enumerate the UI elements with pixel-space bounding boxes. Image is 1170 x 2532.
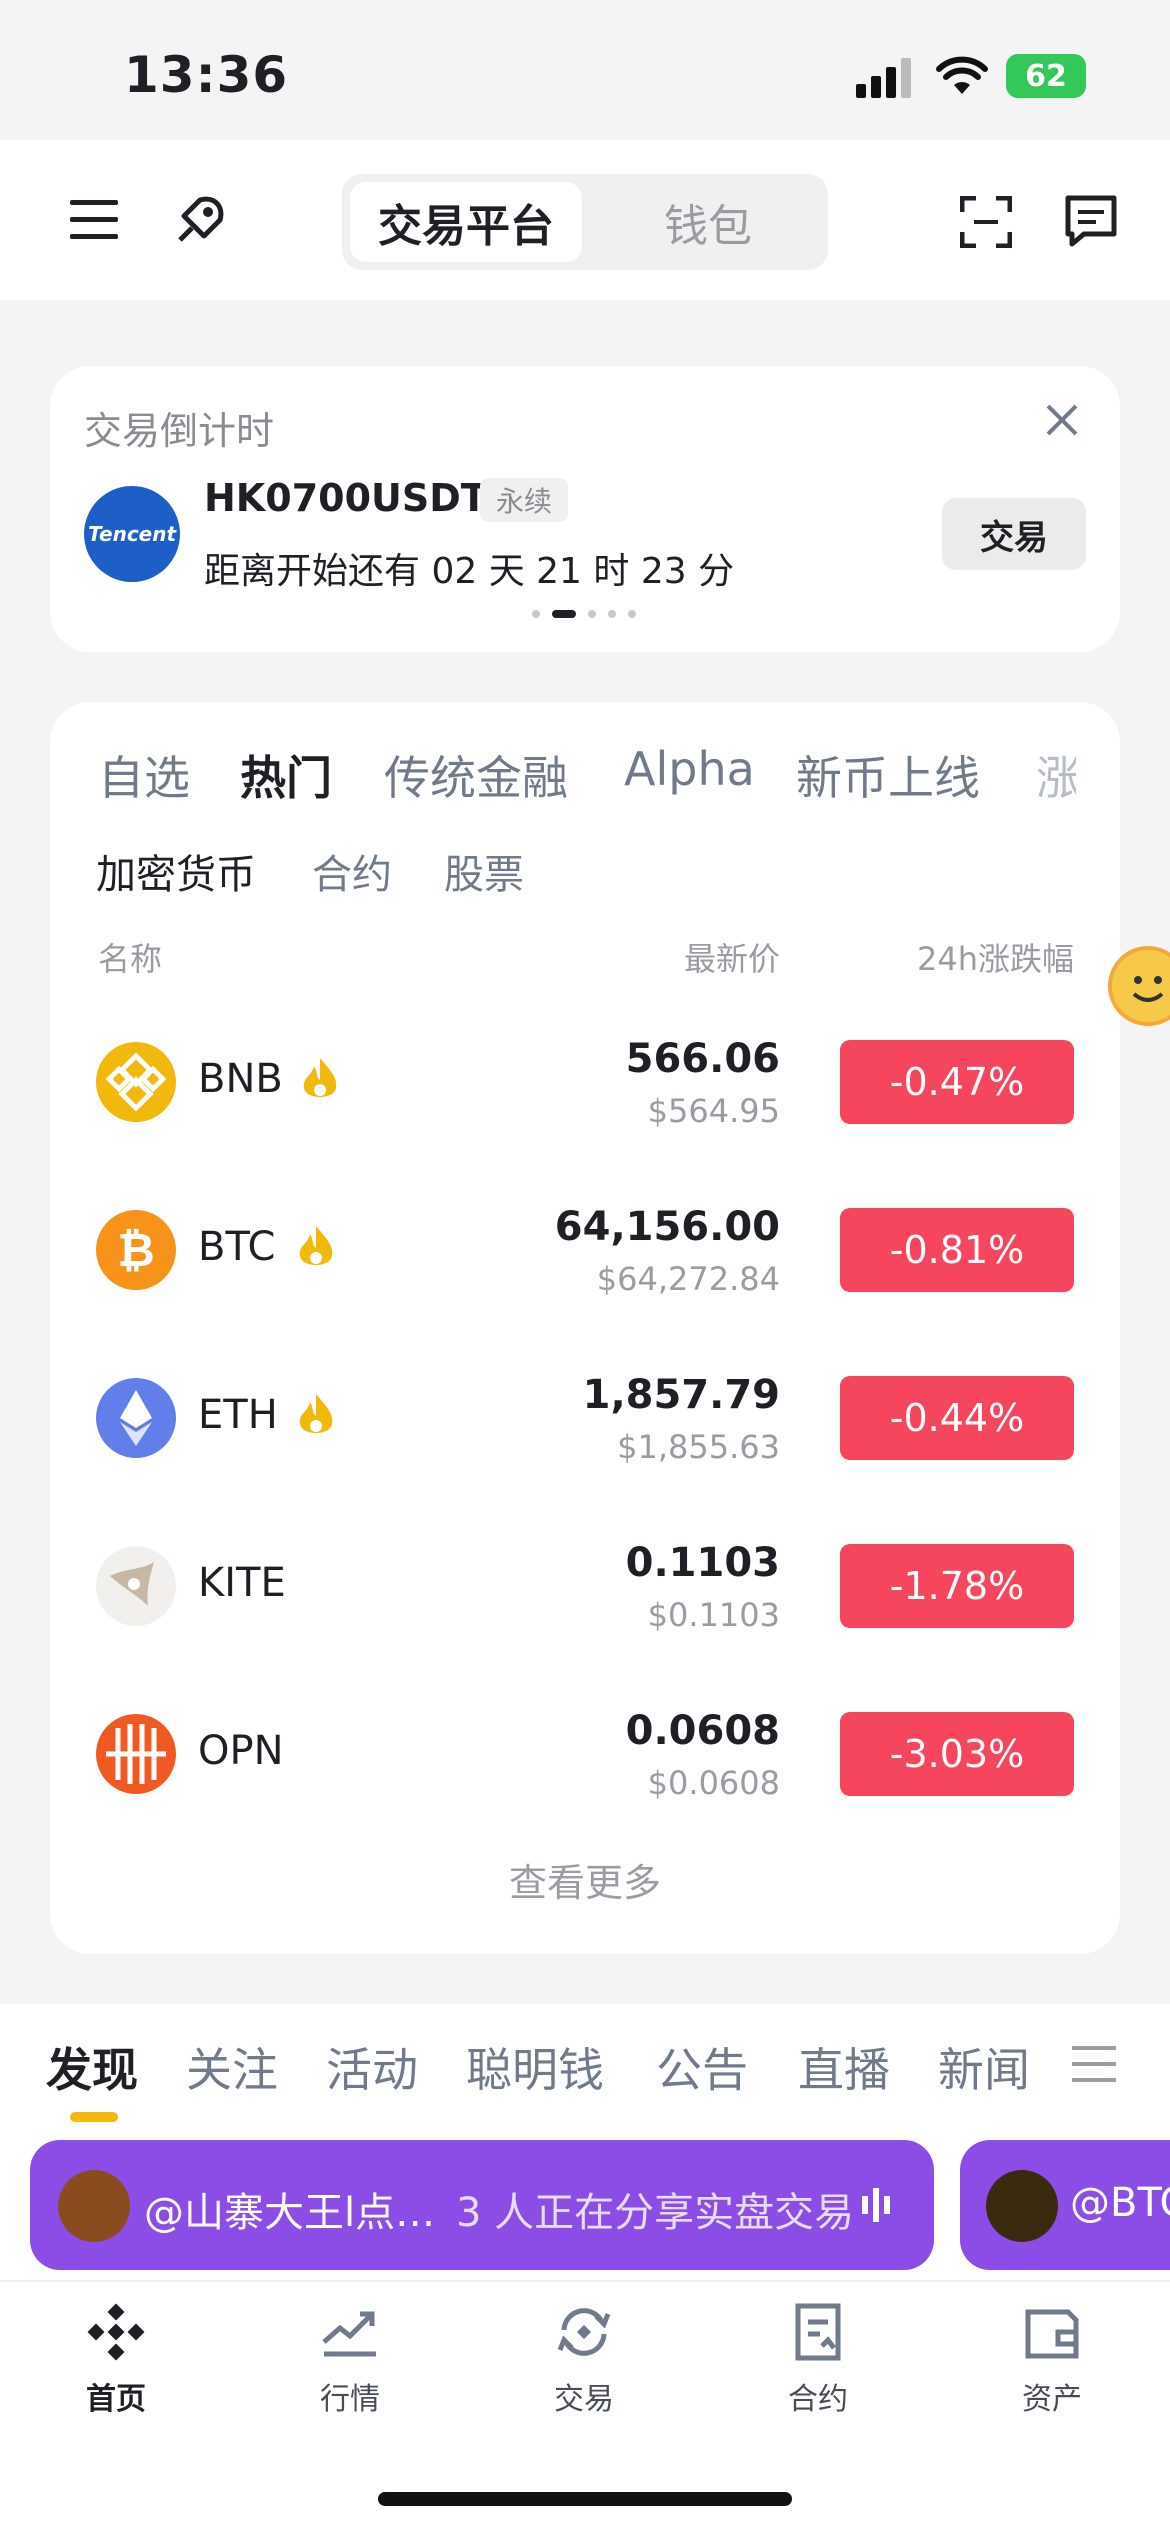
tab-new-listing[interactable]: 新币上线 xyxy=(796,742,980,808)
row-usd: $64,272.84 xyxy=(596,1260,780,1298)
row-usd: $1,855.63 xyxy=(617,1428,780,1466)
row-symbol: BTC xyxy=(198,1224,276,1270)
nav-assets[interactable]: 资产 xyxy=(972,2300,1132,2418)
row-price: 0.1103 xyxy=(625,1540,780,1586)
avatar xyxy=(58,2170,130,2242)
tab-wallet[interactable]: 钱包 xyxy=(596,182,820,262)
nav-home[interactable]: 首页 xyxy=(36,2300,196,2418)
contract-symbol: HK0700USDT xyxy=(204,476,487,520)
smiley-sticker-icon[interactable] xyxy=(1108,946,1170,1026)
nav-label: 首页 xyxy=(86,2382,146,2417)
kite-icon xyxy=(96,1546,176,1626)
tab-overflow-clip: 涨 xyxy=(1036,742,1076,802)
eth-icon xyxy=(96,1378,176,1458)
change-badge[interactable]: -1.78% xyxy=(840,1544,1074,1628)
row-symbol: ETH xyxy=(198,1392,278,1438)
nav-markets[interactable]: 行情 xyxy=(270,2300,430,2418)
wifi-icon xyxy=(936,56,988,100)
status-time: 13:36 xyxy=(124,46,289,104)
countdown-title: 交易倒计时 xyxy=(84,409,275,453)
tab-events[interactable]: 活动 xyxy=(326,2034,418,2100)
avatar xyxy=(986,2170,1058,2242)
scan-icon[interactable] xyxy=(959,195,1013,252)
fire-icon xyxy=(296,1224,336,1276)
tab-hot[interactable]: 热门 xyxy=(240,742,332,808)
row-price: 1,857.79 xyxy=(582,1372,780,1418)
screen: { "status_bar": {"time": "13:36", "batte… xyxy=(0,0,1170,2532)
fire-icon xyxy=(300,1056,340,1108)
tab-news[interactable]: 新闻 xyxy=(938,2034,1030,2100)
subtab-stocks[interactable]: 股票 xyxy=(444,842,524,900)
rocket-icon[interactable] xyxy=(170,190,230,254)
bnb-icon xyxy=(96,1042,176,1122)
live-text: 3 人正在分享实盘交易 xyxy=(456,2190,855,2236)
tab-announcements[interactable]: 公告 xyxy=(656,2034,748,2100)
tab-gainers[interactable]: 涨 xyxy=(1036,742,1076,802)
countdown-text: 距离开始还有 02 天 21 时 23 分 xyxy=(204,551,735,592)
live-user: @山寨大王l点… xyxy=(144,2190,436,2236)
tab-menu-icon[interactable] xyxy=(1072,2044,1118,2088)
column-name: 名称 xyxy=(98,940,163,978)
home-icon xyxy=(36,2300,196,2368)
subtab-crypto[interactable]: 加密货币 xyxy=(96,842,256,900)
carousel-dot xyxy=(608,610,616,618)
tab-alpha[interactable]: Alpha xyxy=(624,742,755,796)
row-price: 0.0608 xyxy=(625,1708,780,1754)
signal-icon xyxy=(856,58,912,102)
row-usd: $0.1103 xyxy=(647,1596,780,1634)
tab-favorites[interactable]: 自选 xyxy=(98,742,190,808)
trade-button[interactable]: 交易 xyxy=(942,498,1086,570)
home-indicator[interactable] xyxy=(378,2492,792,2506)
fire-icon xyxy=(296,1392,336,1444)
change-badge[interactable]: -0.47% xyxy=(840,1040,1074,1124)
column-price[interactable]: 最新价 xyxy=(684,934,780,980)
tab-smart-money[interactable]: 聪明钱 xyxy=(466,2034,604,2100)
change-badge[interactable]: -0.81% xyxy=(840,1208,1074,1292)
carousel-dot-active xyxy=(552,610,576,618)
nav-label: 合约 xyxy=(788,2382,848,2417)
row-usd: $564.95 xyxy=(647,1092,780,1130)
carousel-dot xyxy=(628,610,636,618)
battery-indicator: 62 xyxy=(1006,54,1086,98)
tencent-logo: Tencent xyxy=(84,486,180,582)
row-price: 64,156.00 xyxy=(554,1204,780,1250)
audio-wave-icon xyxy=(862,2188,892,2226)
nav-futures[interactable]: 合约 xyxy=(738,2300,898,2418)
row-symbol: KITE xyxy=(198,1560,286,1606)
opn-icon xyxy=(96,1714,176,1794)
trade-icon xyxy=(504,2300,664,2368)
live-user-2: @BTC xyxy=(1070,2180,1170,2226)
close-icon[interactable] xyxy=(1044,402,1080,438)
carousel-dot xyxy=(588,610,596,618)
message-icon[interactable] xyxy=(1064,194,1118,252)
tab-exchange[interactable]: 交易平台 xyxy=(350,182,582,262)
carousel-dot xyxy=(532,610,540,618)
tab-following[interactable]: 关注 xyxy=(186,2034,278,2100)
wallet-icon xyxy=(972,2300,1132,2368)
row-price: 566.06 xyxy=(625,1036,780,1082)
perpetual-tag: 永续 xyxy=(480,478,569,522)
subtab-futures[interactable]: 合约 xyxy=(312,842,392,900)
nav-trade[interactable]: 交易 xyxy=(504,2300,664,2418)
futures-icon xyxy=(738,2300,898,2368)
nav-label: 行情 xyxy=(320,2382,380,2417)
active-tab-underline xyxy=(70,2112,118,2122)
chart-icon xyxy=(270,2300,430,2368)
tab-discover[interactable]: 发现 xyxy=(46,2034,138,2100)
tab-live[interactable]: 直播 xyxy=(798,2034,890,2100)
nav-label: 交易 xyxy=(554,2382,614,2417)
view-more-link[interactable]: 查看更多 xyxy=(0,1852,1170,1907)
menu-icon[interactable] xyxy=(70,198,120,246)
row-symbol: OPN xyxy=(198,1728,284,1774)
tab-tradfi[interactable]: 传统金融 xyxy=(384,742,568,808)
nav-label: 资产 xyxy=(1022,2382,1082,2417)
row-usd: $0.0608 xyxy=(647,1764,780,1802)
column-change[interactable]: 24h涨跌幅 xyxy=(917,934,1074,980)
btc-icon: ₿ xyxy=(96,1210,176,1290)
live-viewers-clip: 3 人正在分享实盘交易 xyxy=(456,2180,856,2236)
change-badge[interactable]: -3.03% xyxy=(840,1712,1074,1796)
change-badge[interactable]: -0.44% xyxy=(840,1376,1074,1460)
row-symbol: BNB xyxy=(198,1056,283,1102)
